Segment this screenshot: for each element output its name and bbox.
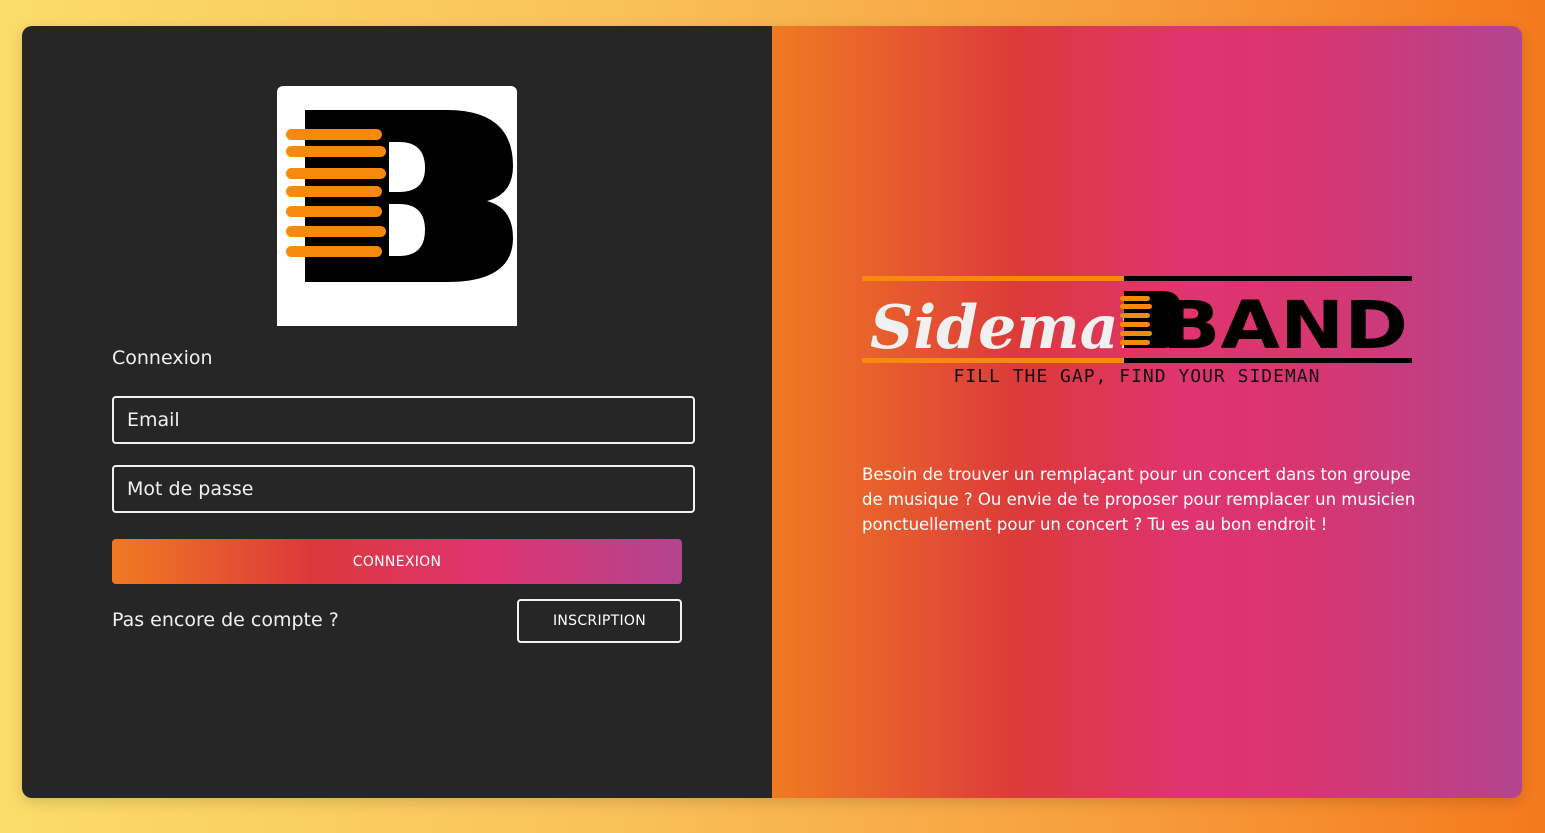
brand-tagline: FILL THE GAP, FIND YOUR SIDEMAN: [953, 366, 1321, 387]
brand-panel: Sideman BAND FILL THE GAP, FIND YOUR SID…: [772, 26, 1522, 798]
brand-logo: Sideman BAND FILL THE GAP, FIND YOUR SID…: [862, 274, 1412, 394]
email-field[interactable]: [112, 396, 695, 444]
brand-script-text: Sideman: [870, 293, 1162, 363]
piano-b-logo-icon: [286, 110, 513, 282]
app-logo: [277, 86, 517, 326]
login-title: Connexion: [112, 347, 213, 369]
auth-card: Connexion CONNEXION Pas encore de compte…: [22, 26, 1522, 798]
login-panel: Connexion CONNEXION Pas encore de compte…: [22, 26, 772, 798]
no-account-text: Pas encore de compte ?: [112, 609, 339, 631]
sideman-band-wordmark: Sideman BAND: [862, 276, 1412, 364]
brand-block-text: BAND: [1162, 287, 1408, 364]
signup-button[interactable]: INSCRIPTION: [517, 599, 682, 643]
login-button[interactable]: CONNEXION: [112, 539, 682, 584]
password-field[interactable]: [112, 465, 695, 513]
brand-description: Besoin de trouver un remplaçant pour un …: [862, 465, 1416, 534]
